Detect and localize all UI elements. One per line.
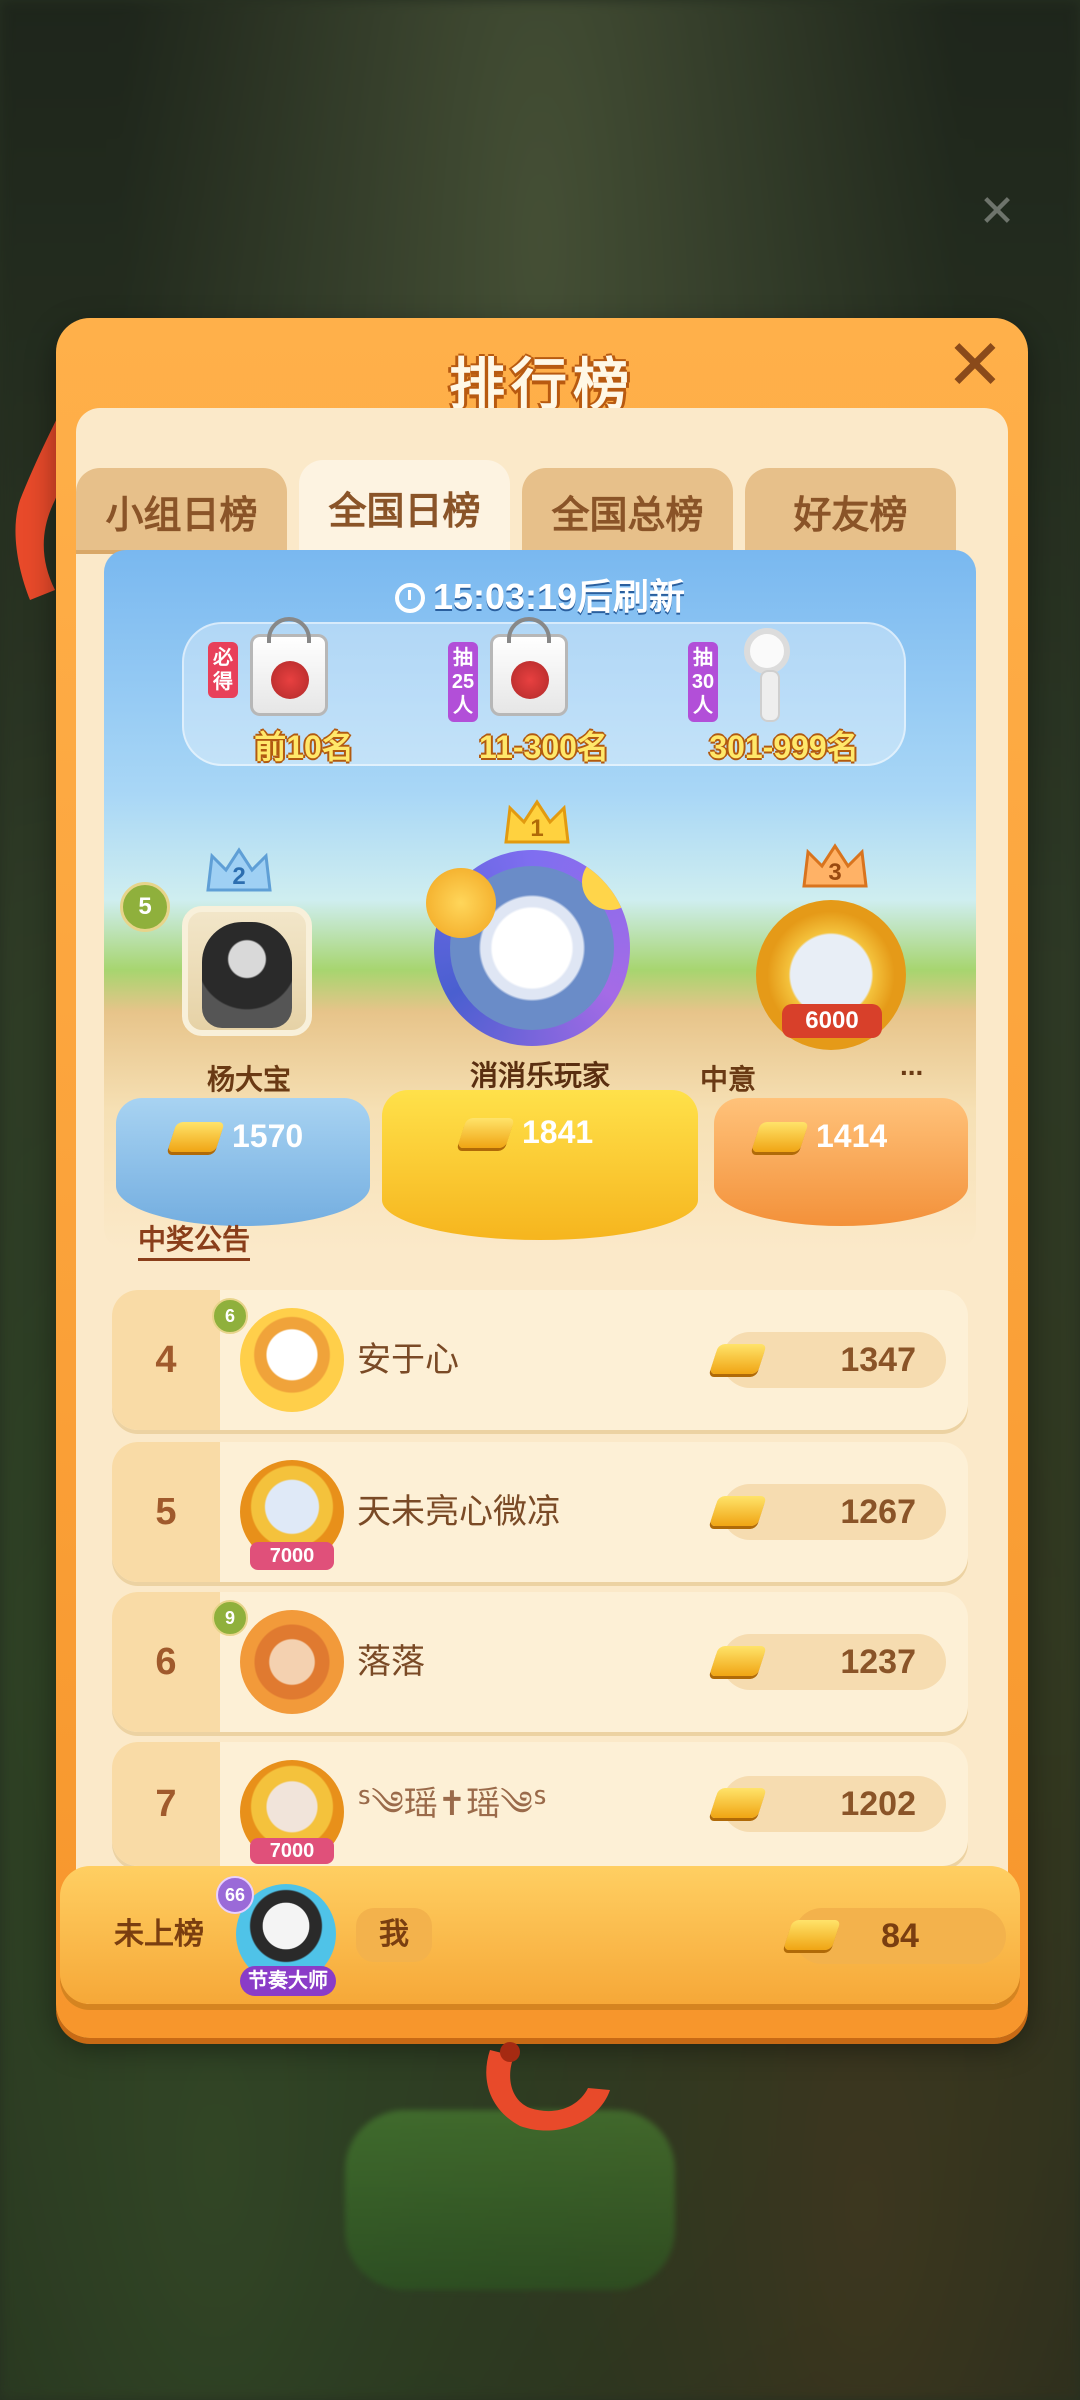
score-rank-2: 1570 <box>167 1118 303 1155</box>
title-badge: 节奏大师 <box>240 1966 336 1996</box>
my-ranking-row[interactable]: 未上榜 66 节奏大师 我 84 <box>60 1866 1020 2004</box>
ranking-status: 未上榜 <box>114 1918 204 1951</box>
bag-icon <box>490 617 568 716</box>
more-icon: ... <box>900 1050 924 1081</box>
bag-icon <box>250 617 328 716</box>
refresh-timer: 15:03:19后刷新 <box>104 568 976 620</box>
score-rank-1: 1841 <box>457 1114 593 1151</box>
prize-11-300[interactable]: 抽25人 11-300名 <box>434 617 654 765</box>
avatar-rank-2[interactable] <box>182 906 312 1036</box>
list-item[interactable]: 6 9 落落 1237 <box>112 1592 968 1732</box>
prize-label: 11-300名 <box>479 729 609 765</box>
fan-handle-icon <box>760 670 780 722</box>
prize-301-999[interactable]: 抽30人 301-999名 <box>674 624 894 765</box>
score-rank-3: 1414 <box>751 1118 887 1155</box>
avatar[interactable] <box>240 1610 344 1714</box>
close-icon[interactable]: ✕ <box>940 330 1010 400</box>
score: 1202 <box>709 1776 946 1832</box>
frame-badge: 7000 <box>250 1838 334 1864</box>
tab-national-total[interactable]: 全国总榜 <box>522 468 733 554</box>
prize-label: 前10名 <box>254 729 354 765</box>
gold-bar-icon <box>709 1646 767 1676</box>
prize-top10[interactable]: 必得 前10名 <box>194 617 414 765</box>
prize-tag: 必得 <box>208 642 238 698</box>
score: 1347 <box>709 1332 946 1388</box>
ribbon-bottom-icon <box>486 2042 610 2131</box>
silver-crown-icon: 2 <box>206 847 272 892</box>
rank-1-number: 1 <box>530 815 543 842</box>
player-name: ᔆ༄瑶✝瑶༄ᔆ <box>357 1785 548 1823</box>
level-badge: 66 <box>216 1876 254 1914</box>
list-item[interactable]: 7 7000 ᔆ༄瑶✝瑶༄ᔆ 1202 <box>112 1742 968 1866</box>
winner-announcement-link[interactable]: 中奖公告 <box>138 1218 251 1261</box>
refresh-text: 15:03:19后刷新 <box>432 576 686 617</box>
flower-decoration-icon <box>426 868 496 938</box>
podium-stage: 15:03:19后刷新 必得 前10名 抽25人 11-300名 抽30人 30… <box>104 550 976 1250</box>
player-name-rank-1: 消消乐玩家 <box>469 1060 610 1091</box>
frame-badge: 6000 <box>782 1004 882 1038</box>
fan-icon <box>744 628 790 674</box>
prize-label: 301-999名 <box>709 729 859 765</box>
my-score: 84 <box>783 1908 1006 1964</box>
gold-bar-icon <box>709 1788 767 1818</box>
clock-icon <box>394 583 425 613</box>
player-name-rank-3: 中意 <box>700 1064 757 1095</box>
tab-group-daily[interactable]: 小组日榜 <box>76 468 287 554</box>
prize-tag: 抽25人 <box>448 642 478 722</box>
player-name: 安于心 <box>357 1341 459 1379</box>
tab-friends[interactable]: 好友榜 <box>745 468 956 554</box>
gold-bar-icon <box>709 1496 767 1526</box>
bronze-crown-icon: 3 <box>802 843 868 888</box>
player-name: 天未亮心微凉 <box>357 1493 561 1531</box>
gold-bar-icon <box>709 1344 767 1374</box>
rank-3-number: 3 <box>828 859 841 886</box>
rank-number: 6 <box>112 1592 220 1732</box>
level-badge: 6 <box>212 1298 248 1334</box>
rank-2-number: 2 <box>232 863 245 890</box>
list-item[interactable]: 5 7000 天未亮心微凉 1267 <box>112 1442 968 1582</box>
player-name: 落落 <box>357 1643 425 1681</box>
gold-crown-icon: 1 <box>504 799 570 844</box>
gold-bar-icon <box>783 1920 841 1950</box>
level-badge: 9 <box>212 1600 248 1636</box>
background-close-icon: ✕ <box>978 187 1016 236</box>
gold-bar-icon <box>751 1121 809 1152</box>
rank-number: 4 <box>112 1290 220 1430</box>
podium-rank-1 <box>382 1090 698 1240</box>
rank-number: 7 <box>112 1742 220 1866</box>
level-badge: 5 <box>120 882 170 932</box>
frame-badge: 7000 <box>250 1542 334 1570</box>
tab-national-daily[interactable]: 全国日榜 <box>299 460 510 554</box>
gold-bar-icon <box>167 1121 225 1152</box>
prize-tag: 抽30人 <box>688 642 718 722</box>
score: 1267 <box>709 1484 946 1540</box>
player-name-rank-2: 杨大宝 <box>206 1064 291 1095</box>
avatar[interactable] <box>240 1308 344 1412</box>
prize-panel[interactable]: 必得 前10名 抽25人 11-300名 抽30人 301-999名 <box>182 617 906 766</box>
leaderboard-tabs: 小组日榜 全国日榜 全国总榜 好友榜 <box>76 460 956 558</box>
score: 1237 <box>709 1634 946 1690</box>
list-item[interactable]: 4 6 安于心 1347 <box>112 1290 968 1430</box>
rank-number: 5 <box>112 1442 220 1582</box>
gold-bar-icon <box>457 1117 515 1148</box>
my-name: 我 <box>356 1908 432 1962</box>
